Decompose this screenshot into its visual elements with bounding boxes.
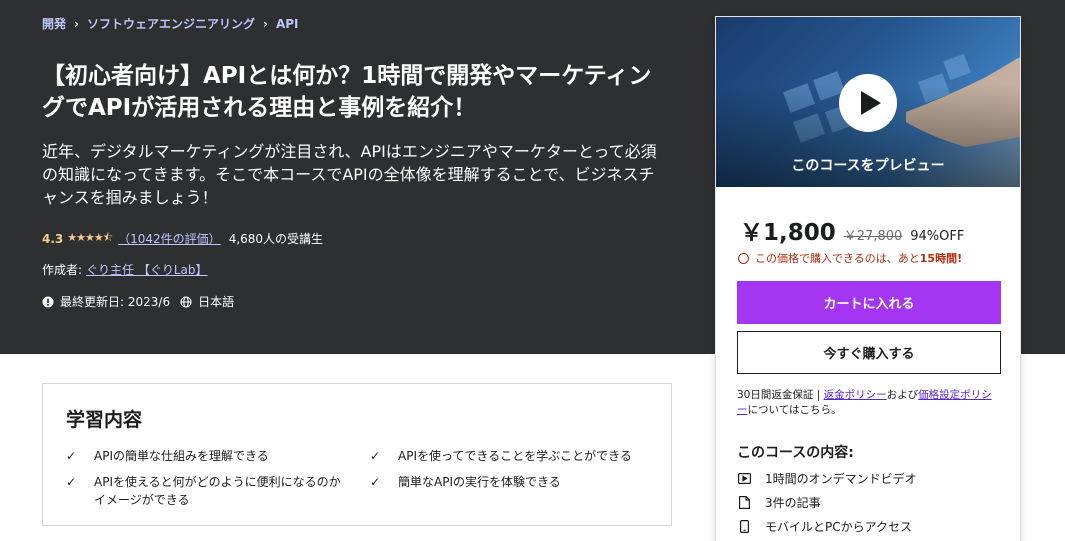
check-icon: ✓ xyxy=(370,475,381,489)
include-item: 1時間のオンデマンドビデオ xyxy=(737,470,917,487)
breadcrumb-item-software-engineering[interactable]: ソフトウェアエンジニアリング xyxy=(87,15,255,32)
star-rating-icon: ★★★★⯪ xyxy=(67,231,113,244)
learn-item: ✓ APIの簡単な仕組みを理解できる xyxy=(66,447,346,465)
chevron-right-icon: › xyxy=(74,16,79,31)
preview-label: このコースをプレビュー xyxy=(791,158,945,174)
include-item: 3件の記事 xyxy=(737,494,821,511)
sale-timer: この価格で購入できるのは、あと 15時間! xyxy=(738,250,962,266)
discount-percent: 94%OFF xyxy=(910,229,965,244)
breadcrumb-item-api[interactable]: API xyxy=(276,17,299,31)
purchase-card: このコースをプレビュー ￥1,800 ￥27,800 94%OFF この価格で購… xyxy=(715,16,1021,541)
timer-text: この価格で購入できるのは、あと xyxy=(755,252,920,265)
reviews-link[interactable]: （1042件の評価） xyxy=(118,230,221,247)
include-item: モバイルとPCからアクセス xyxy=(737,518,912,535)
refund-policy-link[interactable]: 返金ポリシー xyxy=(824,389,887,401)
include-item-label: 1時間のオンデマンドビデオ xyxy=(765,472,917,486)
rating-value: 4.3 xyxy=(42,231,64,246)
learn-title: 学習内容 xyxy=(66,409,143,431)
meta-row: 最終更新日: 2023/6 日本語 xyxy=(42,293,234,310)
price-row: ￥1,800 ￥27,800 94%OFF xyxy=(740,213,964,247)
learn-item: ✓ APIを使ってできることを学ぶことができる xyxy=(370,447,660,465)
guarantee-text: 30日間返金保証 | 返金ポリシーおよび価格設定ポリシーについてはこちら。 xyxy=(737,389,992,416)
timer-hours: 15時間! xyxy=(919,252,963,265)
mobile-icon xyxy=(737,520,751,534)
breadcrumb-item-development[interactable]: 開発 xyxy=(42,15,66,32)
learn-item-text: APIを使えると何がどのように便利になるのかイメージができる xyxy=(94,475,341,507)
learn-item-text: APIを使ってできることを学ぶことができる xyxy=(398,449,632,463)
course-title: 【初心者向け】APIとは何か？1時間で開発やマーケティングでAPIが活用される理… xyxy=(42,63,652,121)
check-icon: ✓ xyxy=(370,449,381,463)
author-label: 作成者: xyxy=(42,263,83,277)
what-you-will-learn: 学習内容 ✓ APIの簡単な仕組みを理解できる ✓ APIを使ってできることを学… xyxy=(42,383,672,526)
check-icon: ✓ xyxy=(66,449,77,463)
file-icon xyxy=(737,496,751,510)
learn-item-text: APIの簡単な仕組みを理解できる xyxy=(94,449,269,463)
globe-icon xyxy=(180,295,192,308)
play-icon[interactable] xyxy=(839,74,897,132)
chevron-right-icon: › xyxy=(262,16,268,31)
original-price: ￥27,800 xyxy=(843,229,903,244)
learn-item: ✓ APIを使えると何がどのように便利になるのかイメージができる xyxy=(66,473,346,509)
include-item-label: モバイルとPCからアクセス xyxy=(765,520,913,534)
includes-title: このコースの内容: xyxy=(737,445,854,461)
breadcrumb: 開発 › ソフトウェアエンジニアリング › API xyxy=(42,15,298,32)
rating-row: 4.3 ★★★★⯪ （1042件の評価） 4,680人の受講生 xyxy=(42,229,323,248)
current-price: ￥1,800 xyxy=(740,220,836,246)
check-icon: ✓ xyxy=(66,475,77,489)
student-count: 4,680人の受講生 xyxy=(228,232,324,246)
add-to-cart-button[interactable]: カートに入れる xyxy=(737,281,1001,324)
author-row: 作成者: ぐり主任 【ぐりLab】 xyxy=(42,261,208,278)
learn-item-text: 簡単なAPIの実行を体験できる xyxy=(398,475,561,489)
include-item-label: 3件の記事 xyxy=(765,496,821,510)
buy-now-button[interactable]: 今すぐ購入する xyxy=(737,331,1001,374)
alarm-clock-icon xyxy=(738,252,749,264)
course-language: 日本語 xyxy=(198,295,235,309)
video-icon xyxy=(737,472,751,486)
update-badge-icon xyxy=(42,296,54,308)
learn-item: ✓ 簡単なAPIの実行を体験できる xyxy=(370,473,660,491)
course-subtitle: 近年、デジタルマーケティングが注目され、APIはエンジニアやマーケターとって必須… xyxy=(42,142,657,207)
author-link[interactable]: ぐり主任 【ぐりLab】 xyxy=(86,263,207,277)
last-updated: 最終更新日: 2023/6 xyxy=(60,295,171,309)
course-preview[interactable]: このコースをプレビュー xyxy=(716,17,1020,187)
